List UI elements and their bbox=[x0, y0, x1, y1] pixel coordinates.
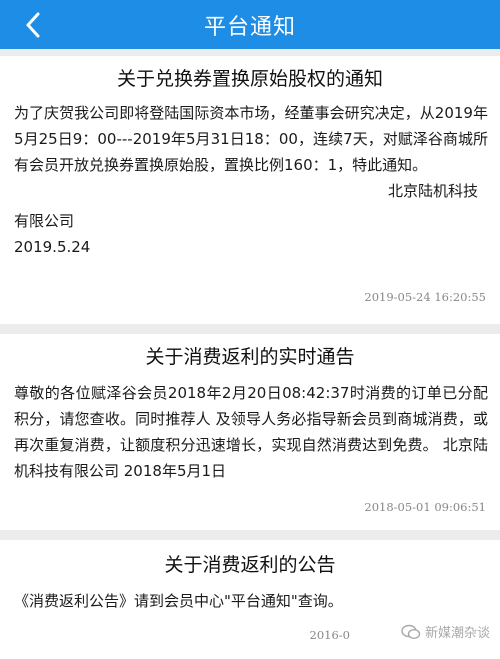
notice-date: 2019.5.24 bbox=[14, 238, 91, 256]
chevron-left-icon bbox=[26, 12, 40, 38]
notice-title: 关于消费返利的公告 bbox=[164, 554, 336, 576]
notice-body: 《消费返利公告》请到会员中心"平台通知"查询。 bbox=[14, 592, 343, 610]
notice-title: 关于兑换券置换原始股权的通知 bbox=[116, 68, 383, 90]
notice-body: 尊敬的各位赋泽谷会员2018年2月20日08:42:37时消费的订单已分配积分，… bbox=[14, 384, 488, 480]
notice-title: 关于消费返利的实时通告 bbox=[145, 346, 355, 368]
watermark: 新媒潮杂谈 bbox=[401, 622, 490, 641]
notice-card[interactable]: 关于消费返利的公告 《消费返利公告》请到会员中心"平台通知"查询。 2016-0 bbox=[0, 540, 500, 659]
notice-body: 为了庆贺我公司即将登陆国际资本市场，经董事会研究决定，从2019年5月25日9：… bbox=[14, 104, 488, 174]
notice-signature: 北京陆机科技 bbox=[387, 182, 478, 200]
watermark-text: 新媒潮杂谈 bbox=[424, 626, 490, 641]
wechat-logo-icon bbox=[401, 624, 421, 639]
notice-signature-cont: 有限公司 bbox=[14, 212, 75, 230]
back-button[interactable] bbox=[18, 10, 48, 40]
top-bar: 平台通知 bbox=[0, 0, 500, 49]
notice-card[interactable]: 关于兑换券置换原始股权的通知 为了庆贺我公司即将登陆国际资本市场，经董事会研究决… bbox=[0, 56, 500, 324]
page-title: 平台通知 bbox=[203, 14, 296, 40]
notice-timestamp: 2016-0 bbox=[309, 628, 350, 642]
notice-timestamp: 2018-05-01 09:06:51 bbox=[364, 500, 486, 514]
notice-timestamp: 2019-05-24 16:20:55 bbox=[364, 290, 486, 304]
notice-card[interactable]: 关于消费返利的实时通告 尊敬的各位赋泽谷会员2018年2月20日08:42:37… bbox=[0, 334, 500, 530]
